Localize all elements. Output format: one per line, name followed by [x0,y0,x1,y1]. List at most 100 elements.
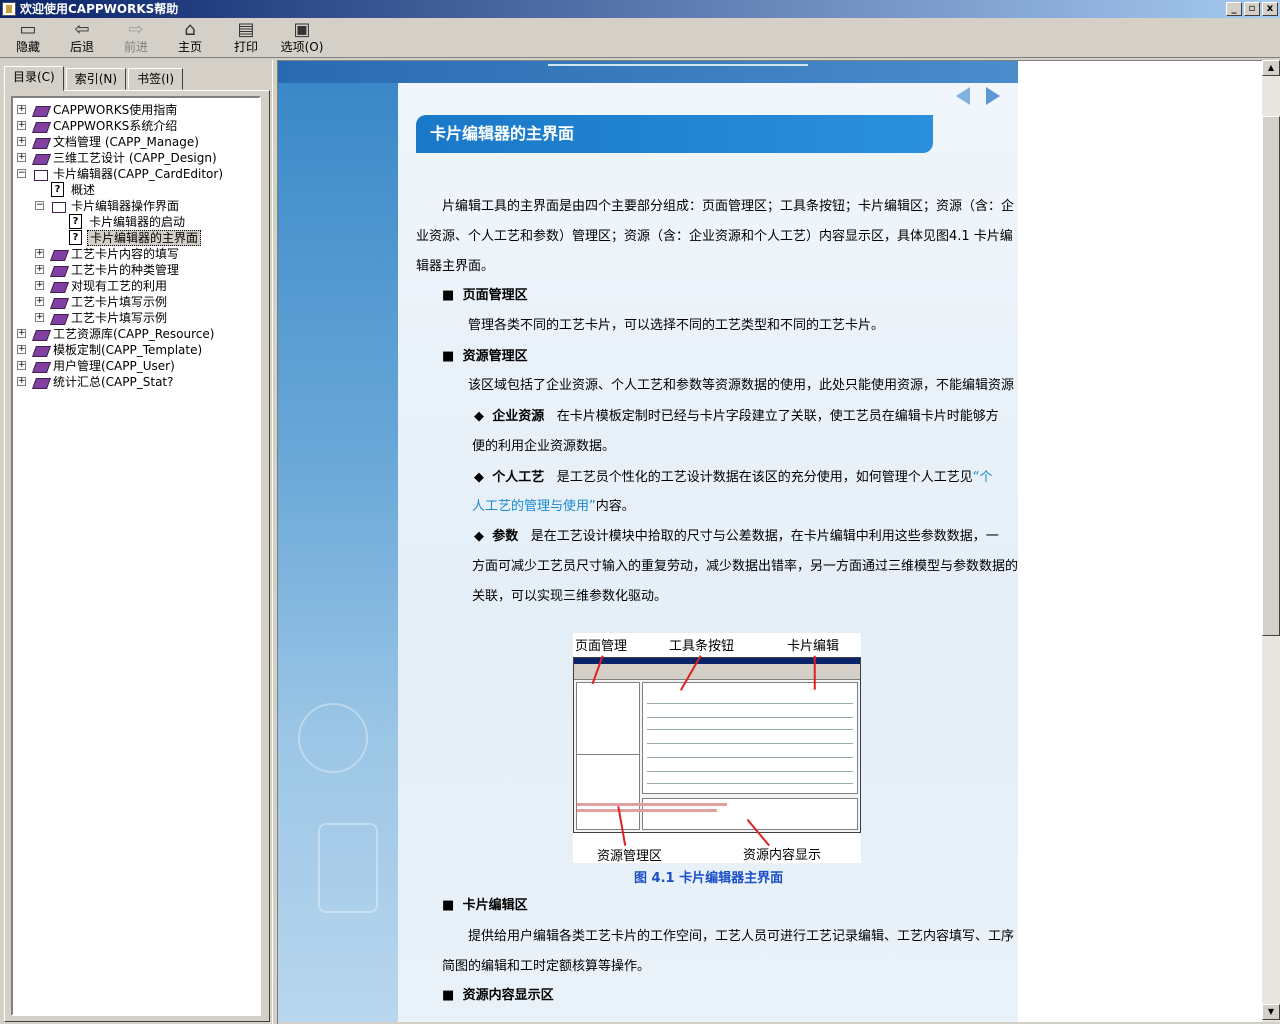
scroll-thumb[interactable] [1262,116,1280,636]
personal-process-link[interactable]: “个 [973,470,993,485]
book-icon [51,311,67,325]
book-icon [51,263,67,277]
section-title: 资源内容显示区 [462,988,554,1003]
tree-label: 概述 [71,183,96,197]
square-bullet-icon: ■ [442,988,455,1003]
bullet-text: 在卡片模板定制时已经与卡片字段建立了关联，使工艺员在编辑卡片时能够方 [556,409,999,424]
bullet-text: 关联，可以实现三维参数化驱动。 [472,589,668,604]
next-topic-icon[interactable] [986,87,1000,105]
print-button[interactable]: ▤ 打印 [220,20,272,56]
maximize-button[interactable]: ▫ [1244,2,1260,16]
diamond-bullet-icon: ◆ [474,529,484,544]
tree-label: 卡片编辑器的主界面 [87,230,202,246]
hide-label: 隐藏 [15,40,40,54]
printer-icon: ▤ [237,19,255,40]
book-icon [33,151,49,165]
card-row [647,703,853,704]
back-button[interactable]: ⇦ 后退 [56,20,108,56]
highlight-row [577,803,727,806]
back-label: 后退 [69,40,94,54]
figure-label: 页面管理 [575,639,628,654]
window-controls: _ ▫ x [1226,2,1278,16]
page-banner [278,61,1018,83]
tree-label: CAPPWORKS系统介绍 [53,119,178,133]
home-icon: ⌂ [184,19,196,40]
book-icon [33,327,49,341]
forward-button[interactable]: ⇨ 前进 [110,20,162,56]
expand-icon[interactable]: + [35,265,44,274]
figure-label: 资源管理区 [597,849,663,864]
expand-icon[interactable]: + [35,281,44,290]
square-bullet-icon: ■ [442,288,455,303]
navigation-pane: 目录(C) 索引(N) 书签(I) + CAPPWORKS使用指南 + CAPP… [0,60,272,1024]
scroll-up-icon[interactable]: ▲ [1262,60,1280,76]
tab-bookmarks[interactable]: 书签(I) [128,68,183,90]
section-text: 管理各类不同的工艺卡片，可以选择不同的工艺类型和不同的工艺卡片。 [468,318,885,333]
diamond-bullet-icon: ◆ [474,409,484,424]
tab-index[interactable]: 索引(N) [65,68,127,90]
vertical-scrollbar[interactable]: ▲ ▼ [1262,60,1280,1022]
bullet-text: 是工艺员个性化的工艺设计数据在该区的充分使用，如何管理个人工艺见 [556,470,973,485]
bullet-line: 人工艺的管理与使用”内容。 [472,492,635,522]
title-bar: 欢迎使用CAPPWORKS帮助 _ ▫ x [0,0,1280,18]
diamond-bullet-icon: ◆ [474,470,484,485]
scroll-down-icon[interactable]: ▼ [1262,1004,1280,1020]
intro-line: 业资源、个人工艺和参数）管理区；资源（含：企业资源和个人工艺）内容显示区，具体见… [416,229,1013,244]
highlight-row [577,809,717,812]
help-page-icon: ? [69,214,82,229]
expand-icon[interactable]: + [17,121,26,130]
intro-line: 辑器主界面。 [416,259,495,274]
card-row [647,729,853,730]
expand-icon[interactable]: + [35,313,44,322]
tree-label: CAPPWORKS使用指南 [53,103,178,117]
options-label: 选项(O) [280,40,324,54]
collapse-icon[interactable]: − [35,201,44,210]
card-row [647,717,853,718]
bullet-item: ◆ 个人工艺 是工艺员个性化的工艺设计数据在该区的充分使用，如何管理个人工艺见“… [474,463,992,493]
personal-process-link[interactable]: 人工艺的管理与使用” [472,499,596,514]
figure-4-1: 页面管理 工具条按钮 卡片编辑 资源管理区 资源内容显示 [573,633,861,864]
expand-icon[interactable]: + [17,329,26,338]
intro-line: 片编辑工具的主界面是由四个主要部分组成：页面管理区；工具条按钮；卡片编辑区；资源… [442,199,1015,214]
forward-label: 前进 [123,40,148,54]
contents-panel: + CAPPWORKS使用指南 + CAPPWORKS系统介绍 + 文档管理 (… [4,90,270,1022]
tree-label: 工艺卡片内容的填写 [71,247,180,261]
hide-button[interactable]: ▭ 隐藏 [2,20,54,56]
expand-icon[interactable]: + [17,105,26,114]
help-page-icon: ? [51,182,64,197]
tree-label: 工艺资源库(CAPP_Resource) [53,327,215,341]
expand-icon[interactable]: + [17,377,26,386]
expand-icon[interactable]: + [17,361,26,370]
options-button[interactable]: ▣ 选项(O) [274,20,330,56]
book-icon [33,135,49,149]
tree-label: 模板定制(CAPP_Template) [53,343,203,357]
section-title: 卡片编辑区 [462,898,528,913]
expand-icon[interactable]: + [17,153,26,162]
expand-icon[interactable]: + [35,249,44,258]
home-button[interactable]: ⌂ 主页 [164,20,216,56]
expand-icon[interactable]: + [17,137,26,146]
open-book-icon [51,199,67,213]
callout-arrow [814,655,816,690]
collapse-icon[interactable]: − [17,169,26,178]
expand-icon[interactable]: + [35,297,44,306]
gear-decoration-icon [318,823,378,913]
close-button[interactable]: x [1262,2,1278,16]
open-book-icon [33,167,49,181]
card-row [647,743,853,744]
book-icon [33,359,49,373]
book-icon [33,103,49,117]
bullet-text: 方面可减少工艺员尺寸输入的重复劳动，减少数据出错率，另一方面通过三维模型与参数数… [472,559,1019,574]
tree-label: 对现有工艺的利用 [71,279,168,293]
tree-label: 卡片编辑器(CAPP_CardEditor) [53,167,224,181]
book-icon [33,343,49,357]
contents-tree[interactable]: + CAPPWORKS使用指南 + CAPPWORKS系统介绍 + 文档管理 (… [11,96,261,1016]
nav-tabs: 目录(C) 索引(N) 书签(I) [4,66,185,91]
tab-contents[interactable]: 目录(C) [4,66,64,91]
previous-topic-icon[interactable] [956,87,970,105]
tree-label: 文档管理 (CAPP_Manage) [53,135,199,149]
minimize-button[interactable]: _ [1226,2,1242,16]
expand-icon[interactable]: + [17,345,26,354]
screenshot-resource-tree [576,754,640,830]
book-icon [33,119,49,133]
